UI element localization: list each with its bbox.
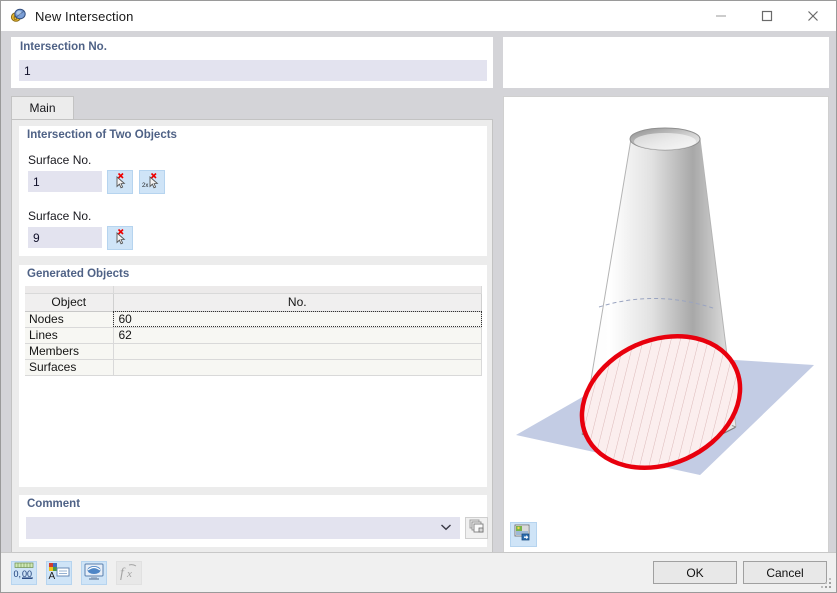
table-row[interactable]: Nodes 60 (25, 311, 482, 328)
generated-objects-table: Object No. Nodes 60 Lines 62 Members Sur… (25, 286, 482, 376)
new-intersection-dialog: 6 New Intersection Intersection No. 1 Ma… (0, 0, 837, 593)
surface-no-1-label: Surface No. (28, 153, 92, 167)
header-preview-panel (503, 37, 829, 88)
two-objects-caption: Intersection of Two Objects (27, 129, 177, 141)
cone-top-inner (634, 133, 696, 150)
comment-group: Comment (19, 495, 488, 547)
svg-text:x: x (126, 568, 132, 580)
table-row[interactable]: Surfaces (25, 359, 482, 376)
row-label-surfaces: Surfaces (25, 359, 114, 376)
decimal-label: 0, (14, 569, 22, 579)
monitor-blue-icon (83, 562, 105, 584)
maximize-button[interactable] (744, 1, 790, 31)
svg-text:2x: 2x (142, 183, 148, 189)
ok-button-label: OK (686, 565, 704, 580)
comment-library-button[interactable] (465, 517, 488, 539)
window-title: New Intersection (35, 8, 134, 24)
column-header-no: No. (113, 293, 482, 312)
intersection-ellipse (579, 334, 743, 470)
pick-cursor-2x-icon: 2x (142, 172, 162, 193)
ok-button[interactable]: OK (653, 561, 737, 584)
comment-library-icon (469, 519, 485, 537)
surface-no-2-input[interactable] (28, 227, 102, 248)
row-value-members[interactable] (113, 343, 482, 360)
generated-objects-caption: Generated Objects (27, 268, 130, 280)
table-row[interactable]: Members (25, 343, 482, 360)
minimize-button[interactable] (698, 1, 744, 31)
pick-surface-1-button[interactable] (107, 170, 133, 194)
pick-surface-2-button[interactable] (107, 226, 133, 250)
row-label-members: Members (25, 343, 114, 360)
intersection-no-group: Intersection No. (11, 37, 493, 88)
intersection-icon: 6 (9, 7, 27, 25)
row-value-nodes[interactable]: 60 (113, 311, 482, 328)
surface-no-1-input[interactable] (28, 171, 102, 192)
graphic-image-settings-button[interactable] (510, 522, 537, 547)
intersection-no-input[interactable] (19, 60, 487, 81)
surface-no-2-label: Surface No. (28, 209, 92, 223)
table-spacer-row (25, 286, 482, 294)
title-bar: 6 New Intersection (1, 1, 836, 31)
close-button[interactable] (790, 1, 836, 31)
row-label-nodes: Nodes (25, 311, 114, 328)
intersection-illustration (516, 127, 814, 475)
tab-strip: Main (11, 96, 493, 119)
cancel-button-label: Cancel (766, 565, 804, 580)
tab-main[interactable]: Main (11, 96, 74, 119)
fx-formula-icon: f x (118, 562, 140, 584)
dialog-body: Intersection No. Main Intersection of Tw… (1, 31, 836, 554)
comment-caption: Comment (27, 498, 81, 510)
table-row[interactable]: Lines 62 (25, 327, 482, 344)
decimal-0-00-icon: 0, 00 (13, 562, 35, 584)
table-header-row: Object No. (25, 293, 482, 312)
pick-surface-1-double-button[interactable]: 2x (139, 170, 165, 194)
comment-input[interactable] (26, 518, 440, 538)
svg-text:A: A (49, 571, 56, 581)
two-objects-group: Intersection of Two Objects Surface No. (19, 126, 487, 256)
units-format-button[interactable]: A (46, 561, 72, 585)
row-value-lines[interactable]: 62 (113, 327, 482, 344)
graphic-preview-panel[interactable] (503, 96, 829, 554)
formula-button[interactable]: f x (116, 561, 142, 585)
display-properties-button[interactable] (81, 561, 107, 585)
dialog-footer: 0, 00 A f x OK Cancel (1, 552, 836, 592)
svg-text:f: f (120, 566, 126, 581)
tab-main-label: Main (29, 101, 56, 115)
column-header-object: Object (25, 293, 114, 312)
intersection-no-caption: Intersection No. (20, 41, 107, 53)
row-label-lines: Lines (25, 327, 114, 344)
comment-combobox[interactable] (26, 517, 460, 539)
image-settings-icon (514, 524, 533, 545)
decimal-places-button[interactable]: 0, 00 (11, 561, 37, 585)
row-value-surfaces[interactable] (113, 359, 482, 376)
units-colors-icon: A (48, 562, 70, 584)
cancel-button[interactable]: Cancel (743, 561, 827, 584)
resize-grip[interactable] (821, 578, 833, 590)
pick-cursor-icon (111, 228, 129, 249)
window-controls (698, 1, 836, 31)
tab-page-main: Intersection of Two Objects Surface No. (11, 119, 493, 554)
pick-cursor-icon (111, 172, 129, 193)
generated-objects-group: Generated Objects Object No. Nodes 60 Li… (19, 265, 487, 487)
chevron-down-icon[interactable] (440, 523, 452, 534)
